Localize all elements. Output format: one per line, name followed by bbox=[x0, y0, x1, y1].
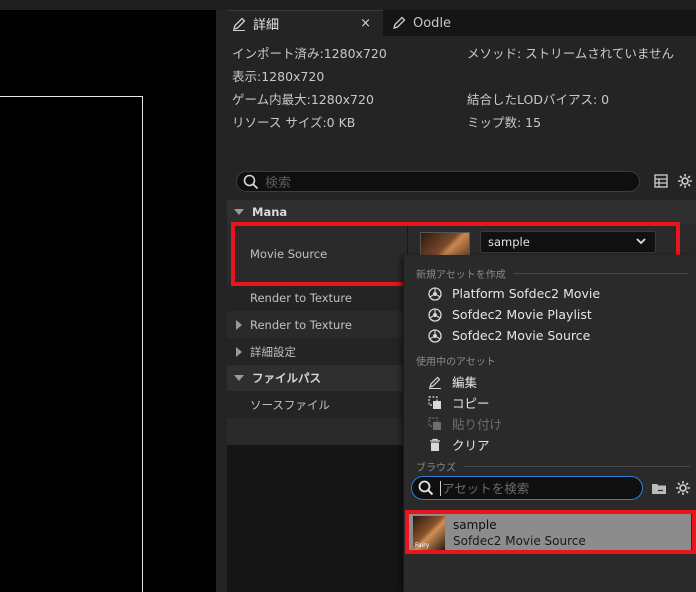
gear-icon[interactable] bbox=[675, 171, 695, 191]
tab-bar: 詳細 × Oodle bbox=[227, 10, 696, 36]
section-browse: ブラウズ bbox=[416, 459, 690, 474]
tab-details[interactable]: 詳細 × bbox=[227, 10, 383, 36]
category-file-path-label: ファイルパス bbox=[252, 371, 321, 385]
details-search-input[interactable]: 検索 bbox=[236, 171, 640, 192]
info-method: メソッド: ストリームされていません bbox=[467, 46, 675, 61]
property-advanced-label: 詳細設定 bbox=[250, 344, 296, 359]
property-render-to-texture-label: Render to Texture bbox=[250, 290, 352, 305]
search-placeholder: 検索 bbox=[265, 176, 292, 191]
info-lod-bias: 結合したLODバイアス: 0 bbox=[467, 92, 610, 107]
close-icon[interactable]: × bbox=[360, 16, 371, 31]
gear-icon[interactable] bbox=[674, 479, 692, 497]
viewport-frame bbox=[0, 96, 143, 592]
section-divider bbox=[513, 273, 688, 274]
section-browse-label: ブラウズ bbox=[416, 463, 456, 474]
info-mip-count: ミップ数: 15 bbox=[467, 115, 542, 130]
menu-item-clear[interactable]: クリア bbox=[428, 435, 490, 454]
info-max-in-game: ゲーム内最大:1280x720 bbox=[232, 92, 374, 107]
paste-icon bbox=[428, 416, 442, 431]
highlight-asset-result bbox=[405, 510, 696, 554]
table-view-icon[interactable] bbox=[652, 172, 670, 190]
tab-oodle[interactable]: Oodle bbox=[387, 10, 507, 36]
category-mana-label: Mana bbox=[252, 205, 288, 219]
menu-item-label: 貼り付け bbox=[452, 417, 503, 432]
edit-icon bbox=[428, 375, 442, 389]
top-strip bbox=[0, 0, 696, 10]
section-current-asset-label: 使用中のアセット bbox=[416, 357, 496, 368]
menu-item-edit[interactable]: 編集 bbox=[428, 372, 477, 391]
tab-oodle-label: Oodle bbox=[413, 15, 452, 31]
search-icon bbox=[418, 480, 434, 496]
section-create-new-label: 新規アセットを作成 bbox=[416, 270, 506, 281]
menu-item-paste: 貼り付け bbox=[428, 414, 502, 433]
menu-item-label: Sofdec2 Movie Playlist bbox=[452, 307, 592, 322]
search-icon bbox=[243, 174, 259, 190]
sofdec-asset-icon bbox=[428, 328, 442, 343]
sofdec-asset-icon bbox=[428, 307, 442, 322]
expand-arrow-icon bbox=[234, 209, 244, 215]
menu-item-label: クリア bbox=[452, 438, 490, 453]
menu-item-platform-sofdec2-movie[interactable]: Platform Sofdec2 Movie bbox=[428, 286, 600, 301]
property-source-file-label: ソースファイル bbox=[250, 397, 330, 412]
panel-splitter[interactable] bbox=[216, 10, 227, 592]
menu-item-sofdec2-movie-playlist[interactable]: Sofdec2 Movie Playlist bbox=[428, 307, 592, 322]
menu-item-label: コピー bbox=[452, 396, 490, 411]
folder-icon[interactable] bbox=[650, 480, 668, 496]
section-divider bbox=[464, 466, 690, 467]
section-current-asset: 使用中のアセット bbox=[416, 353, 496, 368]
viewport[interactable] bbox=[0, 10, 216, 592]
info-resource-size: リソース サイズ:0 KB bbox=[232, 115, 356, 130]
menu-item-label: Sofdec2 Movie Source bbox=[452, 328, 591, 343]
property-render-to-texture-group-label: Render to Texture bbox=[250, 317, 352, 332]
menu-item-sofdec2-movie-source[interactable]: Sofdec2 Movie Source bbox=[428, 328, 590, 343]
asset-search-placeholder: アセットを検索 bbox=[440, 480, 530, 496]
category-mana[interactable]: Mana bbox=[227, 200, 696, 224]
expand-arrow-icon bbox=[236, 319, 242, 330]
section-create-new: 新規アセットを作成 bbox=[416, 266, 688, 281]
menu-item-label: 編集 bbox=[452, 375, 478, 390]
expand-arrow-icon bbox=[234, 375, 244, 381]
tab-details-label: 詳細 bbox=[253, 18, 280, 33]
info-imported: インポート済み:1280x720 bbox=[232, 46, 387, 61]
menu-item-copy[interactable]: コピー bbox=[428, 393, 490, 412]
info-display: 表示:1280x720 bbox=[232, 69, 325, 84]
pencil-icon bbox=[231, 16, 247, 32]
menu-item-label: Platform Sofdec2 Movie bbox=[452, 286, 601, 301]
pencil-icon bbox=[391, 15, 407, 31]
asset-search-input[interactable]: アセットを検索 bbox=[411, 476, 643, 500]
expand-arrow-icon bbox=[236, 346, 242, 357]
trash-icon bbox=[428, 438, 442, 452]
copy-icon bbox=[428, 395, 442, 410]
sofdec-asset-icon bbox=[428, 286, 442, 301]
